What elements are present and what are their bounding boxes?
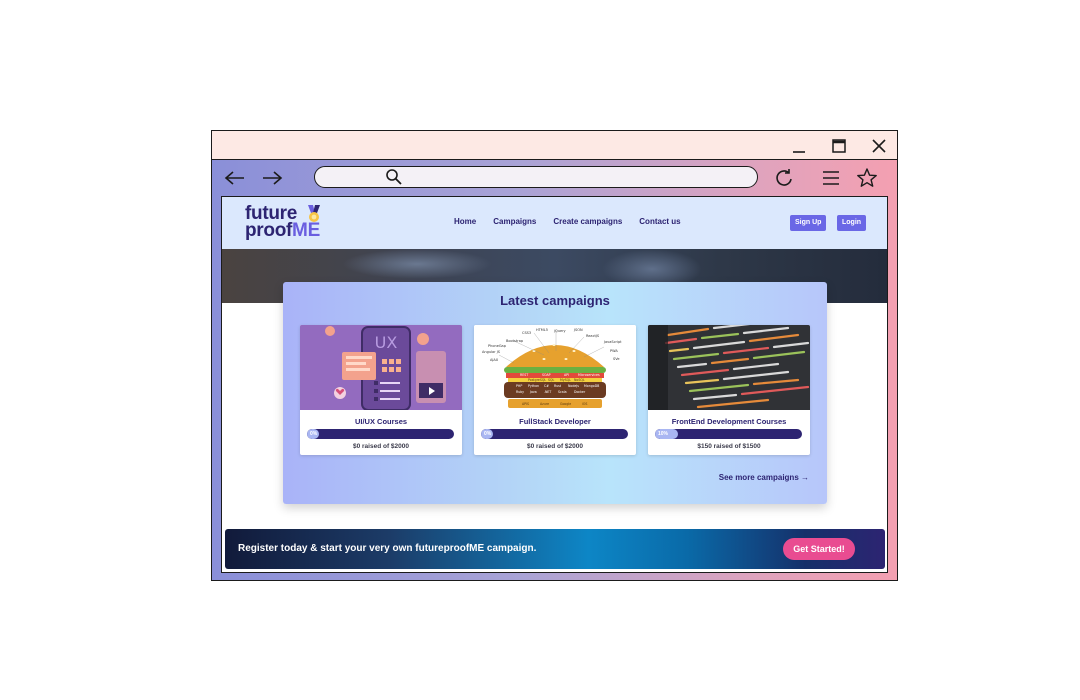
- card-title: UI/UX Courses: [354, 417, 408, 426]
- progress-bar: 10%: [655, 429, 802, 439]
- campaigns-title: Latest campaigns: [500, 293, 610, 308]
- code-screen-photo: [648, 325, 810, 410]
- svg-text:Google: Google: [560, 402, 571, 406]
- login-button[interactable]: Login: [837, 215, 867, 231]
- ui-ux-illustration: UX: [300, 325, 462, 410]
- search-icon: [385, 168, 403, 191]
- svg-text:API: API: [564, 373, 569, 377]
- address-bar[interactable]: [314, 166, 758, 188]
- progress-bar: 0%: [481, 429, 628, 439]
- svg-text:SVe: SVe: [613, 357, 620, 361]
- menu-icon[interactable]: [819, 166, 843, 190]
- site-nav: Home Campaigns Create campaigns Contact …: [454, 217, 681, 226]
- svg-text:JSON: JSON: [573, 328, 583, 332]
- svg-text:CSS3: CSS3: [522, 331, 531, 335]
- svg-text:Rust: Rust: [554, 384, 562, 388]
- svg-text:NoSQL: NoSQL: [574, 378, 585, 382]
- svg-text:Microservices: Microservices: [578, 373, 600, 377]
- svg-text:.NET: .NET: [544, 390, 551, 394]
- forward-arrow-icon[interactable]: [260, 166, 284, 190]
- maximize-icon[interactable]: [828, 135, 850, 157]
- campaign-card[interactable]: CSS3 HTML5 jQuery JSON ReactJS JavaScript PWA S…: [474, 325, 636, 455]
- progress-percent: 0%: [484, 431, 492, 437]
- get-started-button[interactable]: Get Started!: [783, 538, 855, 560]
- svg-text:Angular JS: Angular JS: [482, 350, 501, 354]
- svg-text:PWA: PWA: [610, 349, 618, 353]
- nav-create-campaigns[interactable]: Create campaigns: [553, 217, 622, 226]
- raised-amount: $150 raised of $1500: [697, 443, 761, 450]
- svg-text:Azure: Azure: [540, 402, 549, 406]
- progress-percent: 0%: [310, 431, 318, 437]
- svg-text:SQL: SQL: [548, 378, 555, 382]
- svg-text:jQuery: jQuery: [553, 329, 566, 333]
- back-arrow-icon[interactable]: [223, 166, 247, 190]
- raised-amount: $0 raised of $2000: [352, 443, 409, 450]
- title-bar: [212, 131, 897, 160]
- banner-text: Register today & start your very own fut…: [238, 543, 537, 554]
- close-icon[interactable]: [868, 135, 890, 157]
- campaigns-panel: Latest campaigns UX UI/UX Courses 0% $0 …: [283, 282, 827, 504]
- svg-text:MySQL: MySQL: [560, 378, 571, 382]
- progress-percent: 10%: [658, 431, 669, 437]
- svg-text:Python: Python: [528, 384, 539, 388]
- svg-text:REST: REST: [520, 373, 528, 377]
- svg-text:NodeJs: NodeJs: [568, 384, 579, 388]
- raised-amount: $0 raised of $2000: [526, 443, 583, 450]
- svg-text:PHP: PHP: [516, 384, 522, 388]
- card-title: FullStack Developer: [519, 417, 591, 426]
- svg-text:MongoDB: MongoDB: [584, 384, 599, 388]
- site-header: future proofME Home Campaigns Create cam…: [222, 197, 887, 249]
- register-banner: Register today & start your very own fut…: [225, 529, 885, 569]
- fullstack-burger-illustration: CSS3 HTML5 jQuery JSON ReactJS JavaScript PWA S…: [474, 325, 636, 410]
- svg-text:Ruby: Ruby: [516, 390, 524, 394]
- svg-text:Docker: Docker: [574, 390, 586, 394]
- svg-text:APIS: APIS: [522, 402, 529, 406]
- progress-bar: 0%: [307, 429, 454, 439]
- browser-toolbar: [212, 160, 897, 195]
- medal-icon: [306, 204, 322, 231]
- nav-campaigns[interactable]: Campaigns: [493, 217, 536, 226]
- campaign-card[interactable]: FrontEnd Development Courses 10% $150 ra…: [648, 325, 810, 455]
- svg-text:PhoneGap: PhoneGap: [488, 344, 507, 348]
- reload-icon[interactable]: [772, 166, 796, 190]
- svg-text:HTML5: HTML5: [536, 328, 548, 332]
- card-title: FrontEnd Development Courses: [671, 417, 787, 426]
- star-icon[interactable]: [855, 166, 879, 190]
- browser-window: future proofME Home Campaigns Create cam…: [211, 130, 898, 581]
- svg-text:SOAP: SOAP: [542, 373, 551, 377]
- svg-text:ReactJS: ReactJS: [586, 334, 600, 338]
- svg-text:Scala: Scala: [558, 390, 567, 394]
- logo-proof: proof: [245, 220, 293, 241]
- svg-text:Bootstrap: Bootstrap: [506, 339, 524, 343]
- see-more-campaigns-link[interactable]: See more campaigns →: [719, 473, 809, 482]
- svg-text:iOS: iOS: [582, 402, 587, 406]
- browser-chrome: future proofME Home Campaigns Create cam…: [212, 160, 897, 580]
- svg-text:JavaScript: JavaScript: [603, 340, 622, 344]
- page-viewport: future proofME Home Campaigns Create cam…: [221, 196, 888, 573]
- svg-text:UX: UX: [375, 333, 398, 352]
- campaign-card[interactable]: UX UI/UX Courses 0% $0 raised of $2000: [300, 325, 462, 455]
- svg-text:PostgreSQL: PostgreSQL: [528, 378, 546, 382]
- svg-text:C#: C#: [544, 384, 549, 388]
- signup-button[interactable]: Sign Up: [790, 215, 827, 231]
- minimize-icon[interactable]: [788, 135, 810, 157]
- svg-text:Java: Java: [529, 390, 537, 394]
- nav-home[interactable]: Home: [454, 217, 476, 226]
- nav-contact-us[interactable]: Contact us: [639, 217, 680, 226]
- svg-text:AJAX: AJAX: [490, 358, 499, 362]
